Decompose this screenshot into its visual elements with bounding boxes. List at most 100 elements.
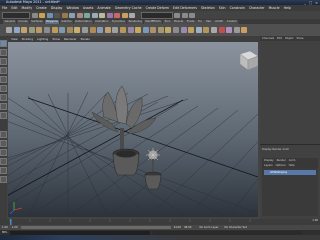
shelf-tab-hair[interactable]: Hair [204,19,213,24]
render-current-frame-icon[interactable] [114,12,120,18]
shelf-tab-rendering[interactable]: Rendering [126,19,144,24]
move-tool-icon[interactable] [0,67,7,74]
cleanup-icon[interactable] [173,27,180,33]
split-polygon-icon[interactable] [97,27,104,33]
panel-menu-view[interactable]: View [11,37,18,41]
layer-menu-layers[interactable]: Layers [264,164,273,167]
display-layer-row[interactable]: AllHatsDisplay [264,170,316,175]
layer-menu-help[interactable]: Help [289,164,295,167]
persp-outliner-layout-icon[interactable] [0,149,7,156]
menu-file[interactable]: File [2,6,7,10]
potted-flower-small[interactable] [144,148,162,190]
snap-plane-icon[interactable] [106,12,113,18]
shelf-tab-ncloth[interactable]: nCloth [213,19,225,24]
range-start-field[interactable]: 1.00 [2,226,8,229]
snap-curve-icon[interactable] [91,12,98,18]
poly-cylinder-icon[interactable] [21,27,28,33]
four-view-layout-icon[interactable] [0,140,7,147]
menu-help[interactable]: Help [284,6,291,10]
anim-layer-dropdown[interactable]: No Anim Layer [199,226,218,229]
paint-select-tool-icon[interactable] [0,58,7,65]
menu-geometry-cache[interactable]: Geometry Cache [115,6,142,10]
channel-box-menu-channels[interactable]: Channels [262,37,274,40]
poly-plane-icon[interactable] [36,27,43,33]
panel-menu-panels[interactable]: Panels [81,37,90,41]
planar-mapping-icon[interactable] [157,27,164,33]
menu-constrain[interactable]: Constrain [230,6,245,10]
shelf-tab-general[interactable]: General [3,19,17,24]
poly-torus-icon[interactable] [43,27,50,33]
last-tool-icon[interactable] [0,112,7,119]
menu-window[interactable]: Window [66,6,79,10]
menu-set-dropdown[interactable] [2,11,30,19]
menu-create-deform[interactable]: Create Deform [146,6,169,10]
persp-graph-layout-icon[interactable] [0,158,7,165]
single-perspective-layout-icon[interactable] [0,131,7,138]
shelf-tab-deformation[interactable]: Deformation [73,19,94,24]
select-object-icon[interactable] [69,12,75,18]
character-set-dropdown[interactable]: No Character Set [225,226,247,229]
playback-controls[interactable]: 1.00 [312,219,318,222]
menu-animate[interactable]: Animate [97,6,110,10]
menu-character[interactable]: Character [249,6,265,10]
menu-create[interactable]: Create [36,6,47,10]
tool-settings-toggle-icon[interactable] [189,12,195,18]
panel-menu-lighting[interactable]: Lighting [37,37,48,41]
bridge-icon[interactable] [81,27,88,33]
custom-script-icon[interactable] [226,27,233,33]
attribute-editor-toggle-icon[interactable] [181,12,188,18]
shelf-tab-animation[interactable]: Animation [93,19,110,24]
delete-history-icon[interactable] [218,27,225,33]
extrude-icon[interactable] [74,27,81,33]
perspective-viewport[interactable] [8,42,258,217]
shelf-tab-subdivs[interactable]: Subdivs [59,19,74,24]
layer-tab-display[interactable]: Display [264,159,274,162]
minimize-button[interactable]: _ [304,1,306,5]
triangulate-icon[interactable] [188,27,195,33]
layer-tab-anim[interactable]: Anim [289,159,296,162]
universal-manipulator-icon[interactable] [0,94,7,101]
boolean-icon[interactable] [211,27,218,33]
select-tool-icon[interactable] [0,40,7,47]
separate-icon[interactable] [59,27,66,33]
menu-display[interactable]: Display [51,6,63,10]
mirror-geometry-icon[interactable] [142,27,149,33]
snap-point-icon[interactable] [99,12,105,18]
command-language-label[interactable]: MEL [2,231,7,234]
channel-box-menu-show[interactable]: Show [296,37,303,40]
layer-menu-options[interactable]: Options [276,164,286,167]
new-scene-icon[interactable] [31,12,38,18]
shelf-tab-muscle[interactable]: Muscle [172,19,185,24]
automatic-mapping-icon[interactable] [165,27,172,33]
select-hierarchy-icon[interactable] [61,12,68,18]
offset-edge-loop-icon[interactable] [112,27,119,33]
panel-menu-show[interactable]: Show [52,37,60,41]
range-slider-bar[interactable] [20,226,171,229]
shelf-tab-custom[interactable]: Custom [225,19,239,24]
menu-skeleton[interactable]: Skeleton [201,6,215,10]
freeze-transform-icon[interactable] [241,27,248,33]
range-end-field[interactable]: 48.00 [184,226,191,229]
select-component-icon[interactable] [76,12,83,18]
range-inner-start-field[interactable]: 1.00 [12,226,18,229]
quadrangulate-icon[interactable] [195,27,202,33]
insert-edge-loop-icon[interactable] [104,27,111,33]
panel-menu-renderer[interactable]: Renderer [64,37,77,41]
current-time-field[interactable]: 1.00 [312,219,318,222]
menu-edit[interactable]: Edit [11,6,17,10]
panel-menu-shading[interactable]: Shading [22,37,33,41]
shelf-tab-dynamics[interactable]: Dynamics [110,19,127,24]
menu-muscle[interactable]: Muscle [269,6,280,10]
sculpt-geometry-icon[interactable] [135,27,142,33]
poly-cone-icon[interactable] [28,27,35,33]
reduce-icon[interactable] [180,27,187,33]
center-pivot-icon[interactable] [233,27,240,33]
snap-grid-icon[interactable] [84,12,90,18]
uv-editor-icon[interactable] [150,27,157,33]
channel-box-menu-edit[interactable]: Edit [277,37,282,40]
combine-icon[interactable] [51,27,58,33]
input-line-field[interactable] [140,11,173,19]
save-scene-icon[interactable] [46,12,53,18]
poly-sphere-icon[interactable] [6,27,12,33]
menu-assets[interactable]: Assets [83,6,93,10]
